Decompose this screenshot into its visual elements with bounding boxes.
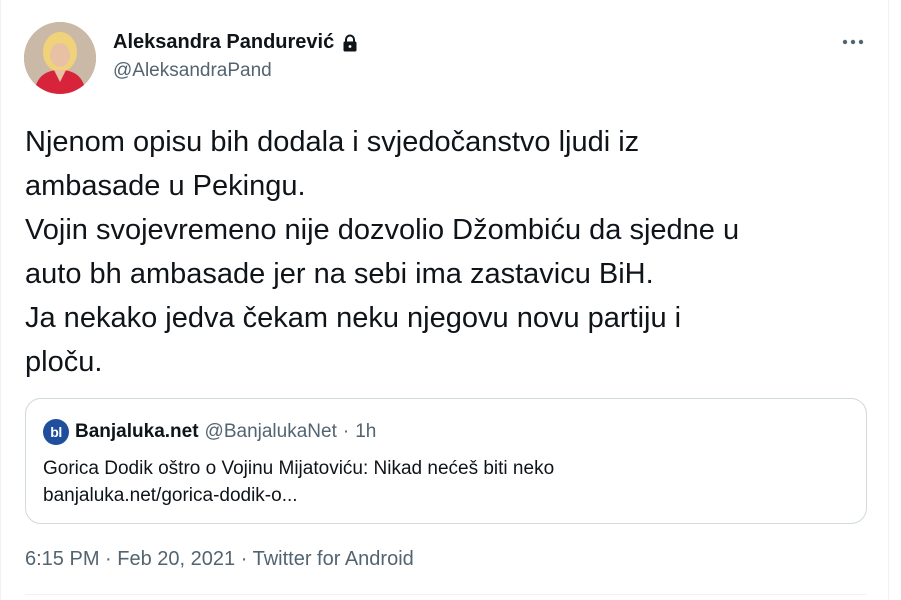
quoted-author-name: Banjaluka.net xyxy=(75,421,199,442)
separator-dot: · xyxy=(240,548,248,570)
avatar[interactable] xyxy=(24,22,96,94)
quoted-tweet-link[interactable]: banjaluka.net/gorica-dodik-o... xyxy=(43,482,843,509)
banjaluka-logo-icon: bl xyxy=(43,419,69,445)
tweet-text: Njenom opisu bih dodala i svjedočanstvo … xyxy=(25,126,740,378)
quoted-tweet-title: Gorica Dodik oštro o Vojinu Mijatoviću: … xyxy=(43,458,555,479)
separator-dot: · xyxy=(105,548,112,570)
quoted-tweet-card[interactable]: bl Banjaluka.net @BanjalukaNet · 1h Gori… xyxy=(25,398,867,524)
tweet-meta: 6:15 PM · Feb 20, 2021 · Twitter for And… xyxy=(25,548,414,571)
divider xyxy=(25,594,867,595)
lock-icon xyxy=(340,33,360,53)
author-name-row[interactable]: Aleksandra Pandurević xyxy=(113,31,360,54)
tweet-time[interactable]: 6:15 PM xyxy=(25,548,99,570)
tweet-date[interactable]: Feb 20, 2021 xyxy=(117,548,235,570)
more-horizontal-icon[interactable] xyxy=(839,32,867,52)
avatar-photo xyxy=(24,22,96,94)
tweet-container: Aleksandra Pandurević @AleksandraPand Nj… xyxy=(0,0,889,600)
tweet-source[interactable]: Twitter for Android xyxy=(253,548,414,570)
separator-dot: · xyxy=(342,421,350,442)
author-handle[interactable]: @AleksandraPand xyxy=(113,60,272,82)
quoted-tweet-time: 1h xyxy=(355,421,377,442)
quoted-author-handle: @BanjalukaNet xyxy=(204,421,337,442)
quoted-tweet-header: bl Banjaluka.net @BanjalukaNet · 1h xyxy=(43,419,376,445)
quoted-tweet-body: Gorica Dodik oštro o Vojinu Mijatoviću: … xyxy=(43,455,843,509)
author-display-name[interactable]: Aleksandra Pandurević xyxy=(113,31,334,54)
